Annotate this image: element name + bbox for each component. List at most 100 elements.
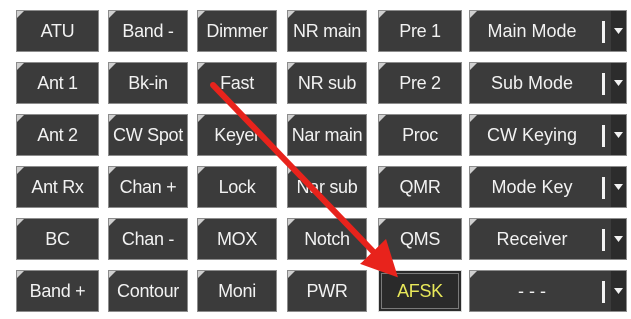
dropdown-value: - - -: [518, 280, 546, 301]
corner-notch: [17, 11, 24, 18]
chevron-down-icon[interactable]: [611, 219, 626, 259]
corner-notch: [379, 219, 386, 226]
nar-sub-button[interactable]: Nar sub: [287, 166, 367, 208]
chan-button[interactable]: Chan -: [108, 218, 188, 260]
corner-notch: [379, 11, 386, 18]
chan-button[interactable]: Chan +: [108, 166, 188, 208]
corner-notch: [17, 115, 24, 122]
corner-notch: [198, 115, 205, 122]
corner-notch: [288, 63, 295, 70]
chevron-down-icon[interactable]: [611, 11, 626, 51]
dropdown-value: Receiver: [496, 228, 568, 249]
sub-mode-dropdown[interactable]: Sub Mode: [469, 62, 627, 104]
button-label: QMR: [399, 176, 441, 197]
button-label: ATU: [40, 20, 75, 41]
button-label: Chan +: [119, 176, 177, 197]
chevron-down-icon[interactable]: [611, 63, 626, 103]
button-label: Band +: [29, 280, 86, 301]
lock-button[interactable]: Lock: [197, 166, 277, 208]
contour-button[interactable]: Contour: [108, 270, 188, 312]
button-label: MOX: [216, 228, 258, 249]
ant-rx-button[interactable]: Ant Rx: [16, 166, 99, 208]
corner-notch: [288, 115, 295, 122]
corner-notch: [109, 219, 116, 226]
bc-button[interactable]: BC: [16, 218, 99, 260]
chevron-down-icon[interactable]: [611, 271, 626, 311]
dropdown-value: Mode Key: [491, 176, 573, 197]
chevron-down-icon[interactable]: [611, 167, 626, 207]
mox-button[interactable]: MOX: [197, 218, 277, 260]
main-mode-dropdown[interactable]: Main Mode: [469, 10, 627, 52]
button-label: NR sub: [297, 72, 357, 93]
separator-bar: [602, 21, 605, 43]
pre-1-button[interactable]: Pre 1: [378, 10, 462, 52]
button-label: Chan -: [121, 228, 175, 249]
moni-button[interactable]: Moni: [197, 270, 277, 312]
corner-notch: [288, 271, 295, 278]
pre-2-button[interactable]: Pre 2: [378, 62, 462, 104]
keyer-button[interactable]: Keyer: [197, 114, 277, 156]
button-label: AFSK: [397, 280, 443, 301]
afsk-button[interactable]: AFSK: [378, 270, 462, 312]
button-label: Moni: [218, 280, 256, 301]
button-label: Nar main: [291, 124, 363, 145]
button-label: Bk-in: [128, 72, 168, 93]
dropdown-value: Sub Mode: [490, 72, 574, 93]
band-button[interactable]: Band -: [108, 10, 188, 52]
fast-button[interactable]: Fast: [197, 62, 277, 104]
nr-sub-button[interactable]: NR sub: [287, 62, 367, 104]
corner-notch: [17, 219, 24, 226]
corner-notch: [198, 63, 205, 70]
button-label: Contour: [117, 280, 179, 301]
dimmer-button[interactable]: Dimmer: [197, 10, 277, 52]
button-label: Notch: [304, 228, 350, 249]
button-label: Proc: [402, 124, 438, 145]
button-label: Nar sub: [296, 176, 358, 197]
bk-in-button[interactable]: Bk-in: [108, 62, 188, 104]
button-label: Band -: [122, 20, 174, 41]
dropdown-value: Main Mode: [487, 20, 577, 41]
dropdown-value: CW Keying: [486, 124, 578, 145]
pwr-button[interactable]: PWR: [287, 270, 367, 312]
button-label: Keyer: [214, 124, 260, 145]
corner-notch: [109, 115, 116, 122]
mode-key-dropdown[interactable]: Mode Key: [469, 166, 627, 208]
corner-notch: [198, 271, 205, 278]
separator-bar: [602, 281, 605, 303]
button-label: NR main: [293, 20, 361, 41]
proc-button[interactable]: Proc: [378, 114, 462, 156]
button-label: Pre 2: [399, 72, 441, 93]
atu-button[interactable]: ATU: [16, 10, 99, 52]
qmr-button[interactable]: QMR: [378, 166, 462, 208]
corner-notch: [198, 219, 205, 226]
corner-notch: [288, 11, 295, 18]
nr-main-button[interactable]: NR main: [287, 10, 367, 52]
corner-notch: [109, 271, 116, 278]
band-button[interactable]: Band +: [16, 270, 99, 312]
ant-2-button[interactable]: Ant 2: [16, 114, 99, 156]
corner-notch: [17, 63, 24, 70]
button-label: Pre 1: [399, 20, 441, 41]
button-label: QMS: [399, 228, 441, 249]
notch-button[interactable]: Notch: [287, 218, 367, 260]
button-label: PWR: [306, 280, 348, 301]
cw-spot-button[interactable]: CW Spot: [108, 114, 188, 156]
empty-dropdown[interactable]: - - -: [469, 270, 627, 312]
separator-bar: [602, 125, 605, 147]
nar-main-button[interactable]: Nar main: [287, 114, 367, 156]
corner-notch: [109, 63, 116, 70]
button-label: Fast: [220, 72, 254, 93]
separator-bar: [602, 177, 605, 199]
separator-bar: [602, 229, 605, 251]
corner-notch: [198, 167, 205, 174]
button-label: BC: [45, 228, 70, 249]
qms-button[interactable]: QMS: [378, 218, 462, 260]
corner-notch: [288, 219, 295, 226]
corner-notch: [198, 11, 205, 18]
corner-notch: [288, 167, 295, 174]
ant-1-button[interactable]: Ant 1: [16, 62, 99, 104]
receiver-dropdown[interactable]: Receiver: [469, 218, 627, 260]
cw-keying-dropdown[interactable]: CW Keying: [469, 114, 627, 156]
chevron-down-icon[interactable]: [611, 115, 626, 155]
corner-notch: [17, 271, 24, 278]
